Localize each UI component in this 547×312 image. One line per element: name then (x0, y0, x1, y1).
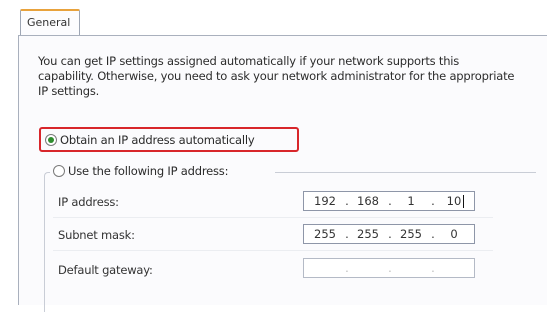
ip-address-field[interactable]: 192 . 168 . 1 . 10 (303, 191, 475, 211)
ip-address-label: IP address: (58, 195, 119, 209)
tab-strip: General (0, 0, 547, 36)
description-text: You can get IP settings assigned automat… (38, 54, 515, 98)
use-following-ip-label: Use the following IP address: (68, 164, 229, 178)
obtain-ip-automatically-radio[interactable] (45, 134, 57, 146)
ip-octet-4: 10 (446, 194, 462, 208)
general-panel: You can get IP settings assigned automat… (18, 35, 547, 312)
mask-octet-2: 255 (357, 227, 379, 241)
ip-octet-2: 168 (357, 194, 379, 208)
ip-settings-window: General You can get IP settings assigned… (0, 0, 547, 312)
obtain-ip-automatically-label: Obtain an IP address automatically (60, 133, 255, 147)
text-caret (463, 195, 464, 208)
tab-general-label: General (27, 16, 71, 29)
default-gateway-label: Default gateway: (58, 263, 153, 277)
row-divider (53, 250, 493, 251)
ip-octet-3: 1 (407, 194, 415, 208)
mask-octet-1: 255 (314, 227, 336, 241)
use-following-ip-option[interactable]: Use the following IP address: (53, 164, 228, 178)
subnet-mask-label: Subnet mask: (58, 228, 135, 242)
ip-octet-1: 192 (314, 194, 336, 208)
default-gateway-field[interactable]: . . . (303, 258, 475, 278)
tab-general[interactable]: General (20, 9, 80, 36)
mask-octet-3: 255 (400, 227, 422, 241)
obtain-ip-automatically-option[interactable]: Obtain an IP address automatically (45, 133, 255, 147)
use-following-ip-radio[interactable] (53, 165, 65, 177)
subnet-mask-field[interactable]: 255 . 255 . 255 . 0 (303, 224, 475, 244)
row-divider (53, 217, 493, 218)
mask-octet-4: 0 (450, 227, 458, 241)
